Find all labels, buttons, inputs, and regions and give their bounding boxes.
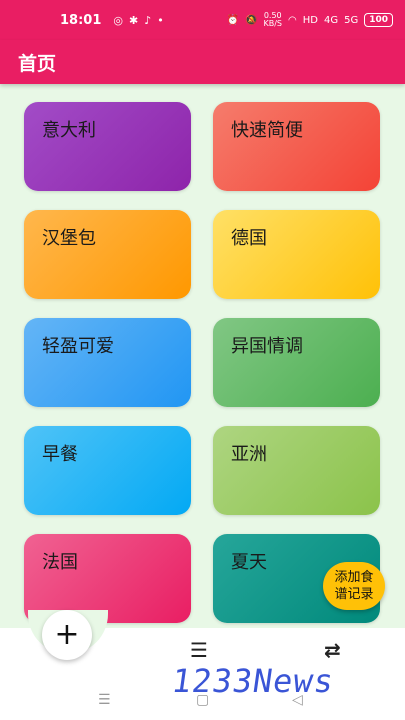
- status-bar: 18:01 ◎ ✱ ♪ • ⏰ 🔕 0.50 KB/S ◠ HD 4G 5G 1…: [0, 0, 405, 40]
- add-button[interactable]: +: [42, 610, 92, 660]
- category-card-hamburger[interactable]: 汉堡包: [24, 210, 191, 299]
- dot-icon: •: [157, 13, 164, 27]
- category-label: 法国: [42, 552, 78, 573]
- signal-5g-icon: 5G: [344, 14, 359, 26]
- alarm-icon: ⏰: [226, 14, 240, 26]
- category-label: 汉堡包: [42, 228, 96, 249]
- category-label: 夏天: [231, 552, 267, 573]
- add-recipe-label-line1: 添加食: [334, 570, 374, 585]
- net-speed: 0.50 KB/S: [263, 11, 282, 28]
- category-label: 意大利: [42, 120, 96, 141]
- status-left-icons: ◎ ✱ ♪ •: [113, 14, 163, 27]
- list-icon[interactable]: ☰: [190, 638, 208, 662]
- category-card-germany[interactable]: 德国: [213, 210, 380, 299]
- category-grid: 意大利 快速简便 汉堡包 德国 轻盈可爱 异国情调 早餐 亚洲 法国 夏天: [24, 102, 380, 623]
- category-card-breakfast[interactable]: 早餐: [24, 426, 191, 515]
- system-menu-icon[interactable]: ☰: [98, 692, 111, 708]
- flower-notification-icon: ✱: [129, 13, 139, 27]
- category-label: 亚洲: [231, 444, 267, 465]
- add-recipe-record-button[interactable]: 添加食 谱记录: [323, 562, 385, 610]
- watermark-text: 1233News: [169, 662, 337, 700]
- hd-badge: HD: [302, 14, 318, 26]
- app-notification-icon: ◎: [113, 13, 123, 27]
- mute-icon: 🔕: [245, 14, 258, 26]
- page-title: 首页: [18, 52, 57, 75]
- tiktok-notification-icon: ♪: [144, 13, 152, 27]
- category-label: 异国情调: [231, 336, 303, 357]
- status-time: 18:01: [60, 12, 102, 28]
- app-bar: 首页: [0, 40, 405, 84]
- category-card-light-lovely[interactable]: 轻盈可爱: [24, 318, 191, 407]
- signal-4g-icon: 4G: [323, 14, 339, 26]
- category-card-quick-easy[interactable]: 快速简便: [213, 102, 380, 191]
- category-label: 快速简便: [231, 120, 303, 141]
- category-card-asia[interactable]: 亚洲: [213, 426, 380, 515]
- category-card-italy[interactable]: 意大利: [24, 102, 191, 191]
- battery-icon: 100: [364, 13, 393, 27]
- category-label: 轻盈可爱: [42, 336, 114, 357]
- plus-icon: +: [54, 617, 80, 652]
- category-card-exotic[interactable]: 异国情调: [213, 318, 380, 407]
- compare-arrows-icon[interactable]: ⇄: [324, 638, 341, 662]
- wifi-icon: ◠: [287, 14, 297, 26]
- category-label: 德国: [231, 228, 267, 249]
- category-label: 早餐: [42, 444, 78, 465]
- add-recipe-label-line2: 谱记录: [334, 587, 374, 602]
- status-right-icons: ⏰ 🔕 0.50 KB/S ◠ HD 4G 5G 100: [227, 12, 393, 28]
